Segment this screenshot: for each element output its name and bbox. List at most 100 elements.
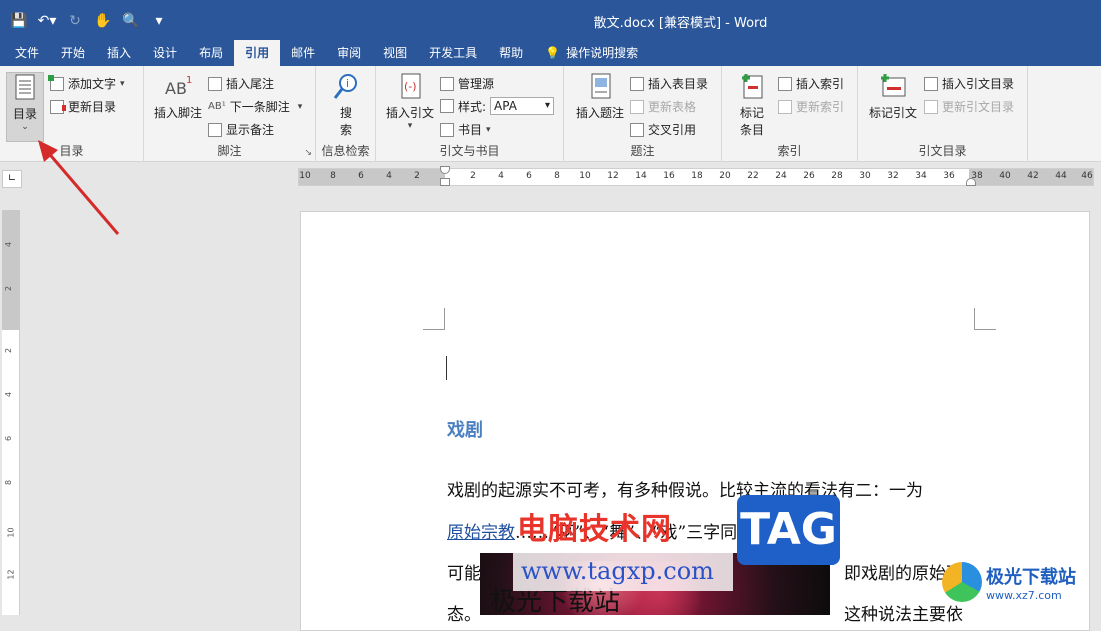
mark-entry-button[interactable]: 标记 条目 bbox=[730, 72, 774, 138]
show-notes-icon bbox=[208, 122, 222, 137]
jiguang-url: www.xz7.com bbox=[986, 588, 1062, 602]
ruler-number: 6 bbox=[526, 171, 532, 181]
update-toa-icon bbox=[924, 99, 938, 114]
ruler-number: 44 bbox=[1055, 171, 1067, 181]
tab-layout[interactable]: 布局 bbox=[188, 40, 234, 66]
margin-corner-mark bbox=[974, 308, 996, 330]
chevron-down-icon: ▾ bbox=[297, 101, 303, 112]
ruler-number: 18 bbox=[691, 171, 703, 181]
update-toc-button[interactable]: 更新目录 bbox=[50, 98, 116, 115]
manage-sources-label: 管理源 bbox=[458, 77, 495, 91]
cross-reference-icon bbox=[630, 122, 644, 137]
ribbon: 目录 ⌄ 添加文字 ▾ 更新目录 目录 AB 1 插入脚注 插入尾注 AB¹ 下一条… bbox=[0, 66, 1101, 162]
group-citations: (-) 插入引文 ▾ 管理源 样式:APA 书目▾ 引文与书目 bbox=[376, 66, 564, 162]
paragraph-line[interactable]: 可能 bbox=[447, 559, 481, 584]
add-text-icon bbox=[48, 74, 64, 91]
group-index: 标记 条目 插入索引 更新索引 索引 bbox=[722, 66, 858, 162]
left-indent-marker[interactable] bbox=[440, 178, 450, 186]
add-text-button[interactable]: 添加文字 ▾ bbox=[48, 74, 125, 92]
watermark-url: www.tagxp.com bbox=[521, 557, 714, 585]
style-selector: 样式: APA bbox=[440, 97, 555, 115]
update-toa-button[interactable]: 更新引文目录 bbox=[924, 98, 1014, 115]
ruler-number: 34 bbox=[915, 171, 927, 181]
ruler-number: 12 bbox=[6, 569, 16, 580]
ruler-number: 24 bbox=[775, 171, 787, 181]
ruler-number: 2 bbox=[4, 347, 14, 354]
update-index-button[interactable]: 更新索引 bbox=[778, 98, 844, 115]
tab-help[interactable]: 帮助 bbox=[488, 40, 534, 66]
update-table-icon bbox=[630, 99, 644, 114]
tab-home[interactable]: 开始 bbox=[50, 40, 96, 66]
tab-design[interactable]: 设计 bbox=[142, 40, 188, 66]
mark-citation-label: 标记引文 bbox=[868, 106, 917, 120]
document-heading[interactable]: 戏剧 bbox=[447, 416, 483, 442]
ruler-number: 30 bbox=[859, 171, 871, 181]
bibliography-button[interactable]: 书目 ▾ bbox=[440, 121, 491, 138]
insert-caption-label: 插入题注 bbox=[575, 106, 624, 120]
tab-stop-selector[interactable]: ∟ bbox=[2, 170, 22, 188]
caption-icon bbox=[591, 73, 611, 99]
insert-index-button[interactable]: 插入索引 bbox=[778, 75, 844, 92]
tab-file[interactable]: 文件 bbox=[4, 40, 50, 66]
style-label: 样式: bbox=[458, 99, 487, 114]
mark-citation-button[interactable]: 标记引文 bbox=[866, 72, 920, 121]
dialog-launcher-icon[interactable]: ↘ bbox=[304, 148, 312, 158]
paragraph-line[interactable]: 这种说法主要依 bbox=[844, 600, 963, 625]
paragraph-line[interactable]: 态。 bbox=[447, 600, 481, 625]
tell-me-search[interactable]: 💡 操作说明搜索 bbox=[534, 40, 649, 66]
update-toc-label: 更新目录 bbox=[68, 100, 117, 114]
style-icon bbox=[440, 99, 454, 113]
tab-mailings[interactable]: 邮件 bbox=[280, 40, 326, 66]
paragraph-line[interactable]: 戏剧的起源实不可考，有多种假说。比较主流的看法有二：一为 bbox=[447, 476, 923, 501]
tab-review[interactable]: 审阅 bbox=[326, 40, 372, 66]
ruler-left-margin bbox=[299, 169, 445, 185]
text-cursor bbox=[446, 356, 447, 380]
watermark-site-name: 电脑技术网 bbox=[517, 512, 672, 547]
ruler-number: 2 bbox=[470, 171, 476, 181]
insert-toa-button[interactable]: 插入引文目录 bbox=[924, 75, 1014, 92]
ruler-number: 36 bbox=[943, 171, 955, 181]
chevron-down-icon: ▾ bbox=[120, 78, 125, 89]
ruler-number: 4 bbox=[386, 171, 392, 181]
search-icon: i bbox=[333, 74, 357, 99]
hyperlink[interactable]: 原始宗教 bbox=[447, 523, 515, 543]
cross-reference-button[interactable]: 交叉引用 bbox=[630, 121, 696, 138]
update-toa-label: 更新引文目录 bbox=[942, 100, 1015, 114]
insert-endnote-label: 插入尾注 bbox=[226, 77, 275, 91]
add-text-label: 添加文字 bbox=[68, 77, 117, 91]
svg-text:AB: AB bbox=[165, 79, 187, 98]
insert-toa-icon bbox=[924, 76, 938, 91]
group-toc: 目录 ⌄ 添加文字 ▾ 更新目录 目录 bbox=[0, 66, 144, 162]
insert-citation-button[interactable]: (-) 插入引文 ▾ bbox=[382, 72, 438, 131]
search-button[interactable]: i 搜 索 bbox=[328, 72, 364, 138]
toc-icon bbox=[15, 74, 35, 100]
ruler-number: 32 bbox=[887, 171, 899, 181]
ruler-number: 26 bbox=[803, 171, 815, 181]
right-indent-marker[interactable] bbox=[966, 178, 976, 186]
ruler-number: 8 bbox=[554, 171, 560, 181]
style-dropdown[interactable]: APA bbox=[490, 97, 555, 115]
insert-footnote-button[interactable]: AB 1 插入脚注 bbox=[152, 72, 204, 121]
tab-references[interactable]: 引用 bbox=[234, 40, 281, 66]
ruler-number: 46 bbox=[1081, 171, 1093, 181]
show-notes-button[interactable]: 显示备注 bbox=[208, 121, 274, 138]
tab-developer[interactable]: 开发工具 bbox=[418, 40, 488, 66]
footnote-icon: AB 1 bbox=[165, 75, 192, 98]
toc-button[interactable]: 目录 ⌄ bbox=[6, 72, 44, 142]
tell-me-label: 操作说明搜索 bbox=[566, 46, 639, 60]
manage-sources-icon bbox=[440, 76, 454, 91]
insert-table-of-figures-button[interactable]: 插入表目录 bbox=[630, 75, 708, 92]
insert-endnote-button[interactable]: 插入尾注 bbox=[208, 75, 274, 92]
vertical-ruler[interactable]: 4 2 2 4 6 8 10 12 bbox=[2, 210, 20, 615]
bibliography-label: 书目 bbox=[458, 123, 483, 137]
update-table-button[interactable]: 更新表格 bbox=[630, 98, 696, 115]
ruler-number: 22 bbox=[747, 171, 759, 181]
tab-insert[interactable]: 插入 bbox=[96, 40, 142, 66]
group-toc-label: 目录 bbox=[59, 144, 84, 158]
next-footnote-button[interactable]: AB¹ 下一条脚注 ▾ bbox=[208, 98, 302, 115]
update-index-label: 更新索引 bbox=[796, 100, 845, 114]
insert-caption-button[interactable]: 插入题注 bbox=[572, 72, 628, 121]
manage-sources-button[interactable]: 管理源 bbox=[440, 75, 494, 92]
update-toc-icon bbox=[50, 99, 66, 114]
tab-view[interactable]: 视图 bbox=[372, 40, 418, 66]
